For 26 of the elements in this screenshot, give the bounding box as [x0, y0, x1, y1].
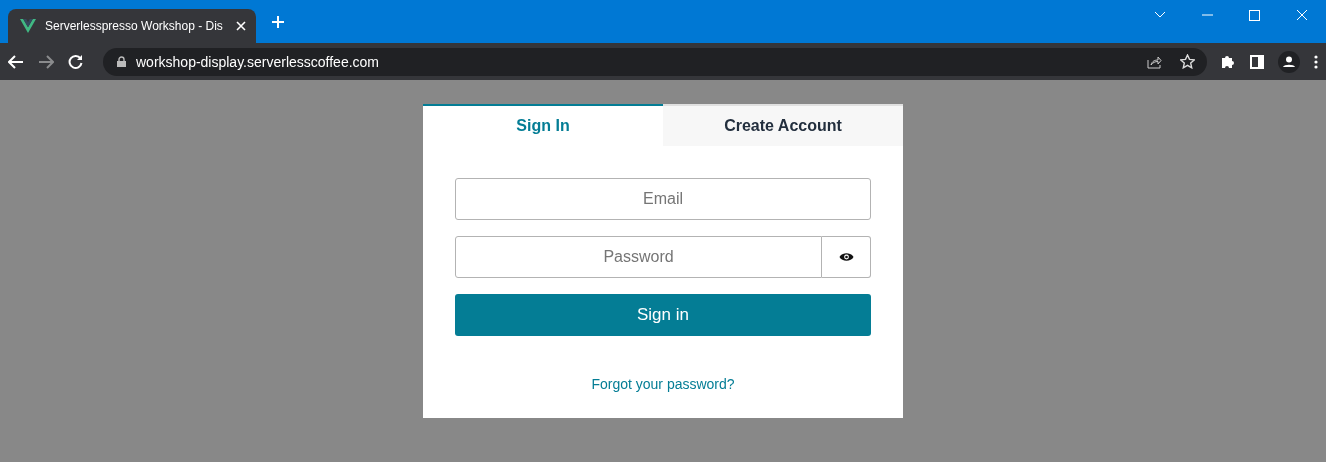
- show-password-button[interactable]: [822, 236, 871, 278]
- reload-icon[interactable]: [68, 54, 83, 69]
- star-icon[interactable]: [1180, 54, 1195, 69]
- eye-icon: [838, 252, 854, 262]
- lock-icon: [117, 56, 126, 67]
- email-field[interactable]: Email: [455, 178, 871, 220]
- avatar-icon[interactable]: [1278, 50, 1300, 73]
- chevron-down-icon[interactable]: [1154, 11, 1166, 19]
- side-panel-icon[interactable]: [1250, 54, 1264, 69]
- address-bar[interactable]: workshop-display.serverlesscoffee.com: [103, 47, 1207, 76]
- v-logo-icon: [20, 19, 36, 33]
- close-icon[interactable]: [236, 21, 246, 31]
- more-icon[interactable]: [1314, 54, 1318, 69]
- forgot-password-link[interactable]: Forgot your password?: [591, 376, 735, 392]
- sign-in-button[interactable]: Sign in: [455, 294, 871, 336]
- maximize-icon[interactable]: [1249, 9, 1260, 21]
- back-icon[interactable]: [8, 54, 24, 69]
- browser-tab[interactable]: Serverlesspresso Workshop - Dis: [8, 9, 256, 43]
- url-text: workshop-display.serverlesscoffee.com: [136, 53, 381, 70]
- new-tab-icon[interactable]: [271, 15, 285, 29]
- forward-icon[interactable]: [38, 54, 54, 69]
- tab-title: Serverlesspresso Workshop - Dis: [45, 19, 224, 33]
- password-field[interactable]: Password: [455, 236, 822, 278]
- share-icon[interactable]: [1147, 54, 1162, 69]
- tab[interactable]: Create Account: [663, 104, 903, 146]
- puzzle-icon[interactable]: [1221, 54, 1236, 69]
